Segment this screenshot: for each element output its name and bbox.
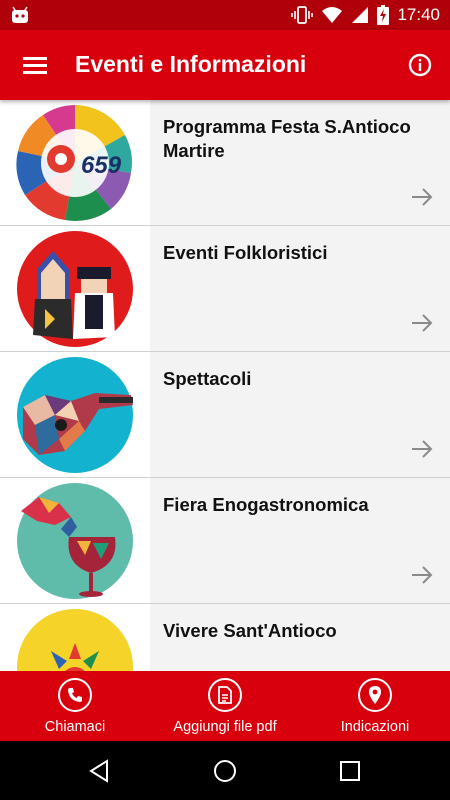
location-pin-icon <box>358 678 392 712</box>
signal-icon <box>352 7 369 23</box>
list-item-label: Fiera Enogastronomica <box>163 494 369 515</box>
app-bar: Eventi e Informazioni <box>0 30 450 100</box>
list-item-vivere[interactable]: Vivere Sant'Antioco <box>0 604 450 671</box>
guitar-image <box>0 352 150 477</box>
bottom-action-bar: Chiamaci Aggiungi file pdf Indicazioni <box>0 671 450 741</box>
list-item-label: Eventi Folkloristici <box>163 242 328 263</box>
arrow-right-icon <box>412 314 433 332</box>
info-icon[interactable] <box>404 49 436 81</box>
festa-logo-badge: 659 <box>81 152 122 179</box>
hamburger-menu-icon[interactable] <box>15 47 55 83</box>
android-icon <box>12 6 28 23</box>
call-label: Chiamaci <box>44 719 106 735</box>
list-item-spettacoli[interactable]: Spettacoli <box>0 352 450 478</box>
battery-charging-icon <box>377 5 390 25</box>
wine-glass-image <box>0 478 150 603</box>
wifi-icon <box>322 7 343 23</box>
status-time: 17:40 <box>397 5 440 24</box>
system-nav-bar <box>0 741 450 800</box>
document-icon <box>208 678 242 712</box>
folk-couple-image <box>0 226 150 351</box>
phone-icon <box>58 678 92 712</box>
list-item-label: Spettacoli <box>163 368 252 389</box>
directions-label: Indicazioni <box>340 719 410 735</box>
status-bar: 17:40 <box>0 0 450 30</box>
vibrate-icon <box>291 6 314 24</box>
arrow-right-icon <box>412 188 433 206</box>
back-icon[interactable] <box>87 758 113 784</box>
call-button[interactable]: Chiamaci <box>0 671 150 741</box>
event-list: 659 Programma Festa S.Antioco Martire Ev… <box>0 100 450 671</box>
sun-flower-image <box>0 604 150 671</box>
list-item-folklore[interactable]: Eventi Folkloristici <box>0 226 450 352</box>
add-pdf-label: Aggiungi file pdf <box>173 719 277 735</box>
page-title: Eventi e Informazioni <box>75 51 307 77</box>
directions-button[interactable]: Indicazioni <box>300 671 450 741</box>
arrow-right-icon <box>412 440 433 458</box>
list-item-label: Programma Festa S.Antioco Martire <box>163 116 411 161</box>
festa-logo-image: 659 <box>0 100 150 225</box>
recents-icon[interactable] <box>337 758 363 784</box>
list-item-fiera[interactable]: Fiera Enogastronomica <box>0 478 450 604</box>
arrow-right-icon <box>412 566 433 584</box>
list-item-label: Vivere Sant'Antioco <box>163 620 337 641</box>
list-item-programma[interactable]: 659 Programma Festa S.Antioco Martire <box>0 100 450 226</box>
add-pdf-button[interactable]: Aggiungi file pdf <box>150 671 300 741</box>
home-icon[interactable] <box>212 758 238 784</box>
